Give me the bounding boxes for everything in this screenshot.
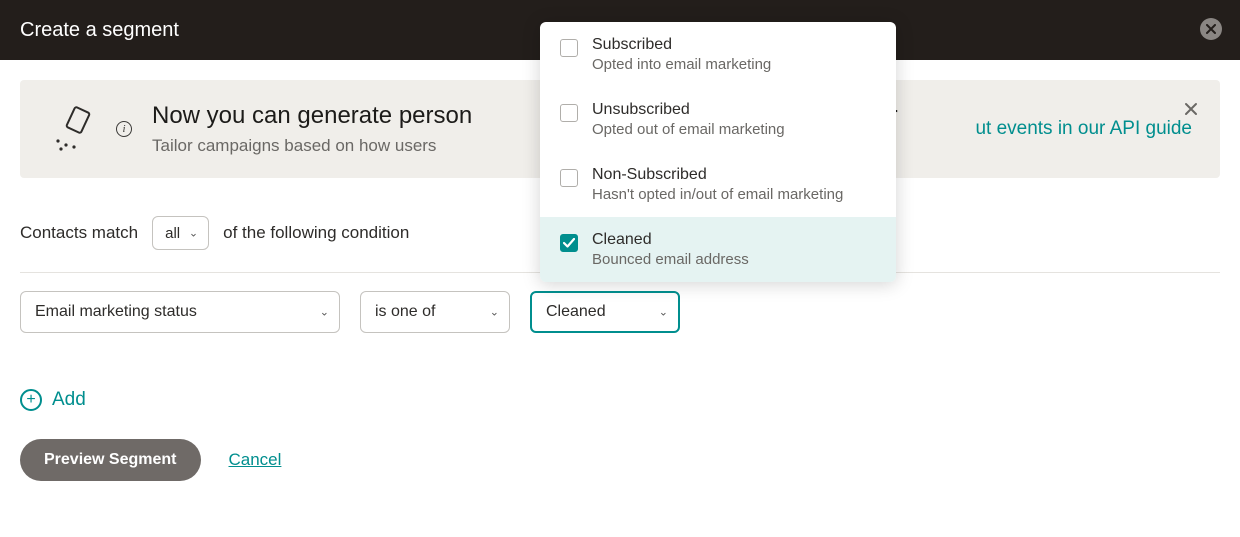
close-icon[interactable] (1200, 18, 1222, 40)
option-title: Non-Subscribed (592, 166, 843, 184)
option-title: Subscribed (592, 36, 771, 54)
banner-link[interactable]: ut events in our API guide (975, 118, 1192, 140)
condition-value-select[interactable]: Cleaned ⌄ (530, 291, 680, 333)
option-description: Bounced email address (592, 251, 749, 268)
plus-circle-icon: + (20, 389, 42, 411)
checkbox-icon (560, 234, 578, 252)
option-description: Opted out of email marketing (592, 121, 785, 138)
preview-segment-button[interactable]: Preview Segment (20, 439, 201, 481)
cancel-button[interactable]: Cancel (229, 450, 282, 470)
dropdown-option[interactable]: Non-Subscribed Hasn't opted in/out of ema… (540, 152, 896, 217)
condition-operator-select[interactable]: is one of ⌄ (360, 291, 510, 333)
value-dropdown-popover: Subscribed Opted into email marketing Unsu… (540, 22, 896, 282)
add-condition-button[interactable]: + Add (20, 389, 86, 411)
chevron-down-icon: ⌄ (659, 306, 668, 319)
dropdown-option[interactable]: Cleaned Bounced email address (540, 217, 896, 282)
chevron-down-icon: ⌄ (490, 306, 499, 319)
checkbox-icon (560, 39, 578, 57)
match-scope-select[interactable]: all ⌄ (152, 216, 209, 250)
checkbox-icon (560, 169, 578, 187)
modal-title: Create a segment (20, 19, 179, 42)
dismiss-banner-icon[interactable] (1180, 98, 1202, 120)
option-title: Cleaned (592, 231, 749, 249)
dropdown-option[interactable]: Unsubscribed Opted out of email marketing (540, 87, 896, 152)
option-title: Unsubscribed (592, 101, 785, 119)
info-icon: i (116, 121, 132, 137)
match-label-right: of the following condition (223, 223, 409, 243)
chevron-down-icon: ⌄ (320, 306, 329, 319)
checkbox-icon (560, 104, 578, 122)
option-description: Opted into email marketing (592, 56, 771, 73)
condition-field-select[interactable]: Email marketing status ⌄ (20, 291, 340, 333)
chevron-down-icon: ⌄ (189, 227, 198, 240)
match-label-left: Contacts match (20, 223, 138, 243)
dropdown-option[interactable]: Subscribed Opted into email marketing (540, 22, 896, 87)
option-description: Hasn't opted in/out of email marketing (592, 186, 843, 203)
footer-actions: Preview Segment Cancel (20, 439, 1220, 481)
banner-illustration-icon (48, 105, 96, 153)
condition-row: Email marketing status ⌄ is one of ⌄ Cle… (20, 291, 1220, 333)
